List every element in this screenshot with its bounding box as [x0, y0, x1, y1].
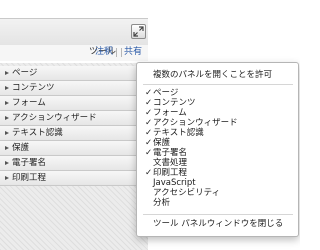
panel-row-content[interactable]: コンテンツ: [0, 81, 148, 96]
expand-triangle-icon: [5, 176, 9, 180]
menu-item-allow-multiple-panels[interactable]: 複数のパネルを開くことを許可: [153, 70, 272, 80]
menu-item-signatures[interactable]: ✓電子署名: [145, 148, 187, 158]
expand-triangle-icon: [5, 71, 9, 75]
menu-item-page[interactable]: ✓ページ: [145, 88, 178, 98]
app-window: ツール 注釈 共有 ページ コンテンツ フォーム アクションウィザード テキスト…: [0, 0, 300, 250]
toolbar-divider: [121, 48, 122, 57]
tool-panel-list: ページ コンテンツ フォーム アクションウィザード テキスト認識 保護 電子署名…: [0, 66, 148, 186]
expand-icon: [133, 26, 144, 37]
panel-row-text-recognition[interactable]: テキスト認識: [0, 126, 148, 141]
share-tab[interactable]: 共有: [124, 45, 142, 59]
panel-visibility-menu: 複数のパネルを開くことを許可 ✓ページ ✓コンテンツ ✓フォーム ✓アクションウ…: [136, 62, 299, 237]
panel-row-page[interactable]: ページ: [0, 66, 148, 81]
menu-item-javascript[interactable]: JavaScript: [145, 178, 196, 188]
expand-triangle-icon: [5, 86, 9, 90]
expand-triangle-icon: [5, 161, 9, 165]
expand-window-button[interactable]: [131, 24, 146, 39]
menu-item-accessibility[interactable]: アクセシビリティ: [145, 188, 220, 198]
expand-triangle-icon: [5, 101, 9, 105]
comment-tab[interactable]: 注釈: [95, 45, 113, 59]
menu-item-content[interactable]: ✓コンテンツ: [145, 98, 196, 108]
menu-item-protection[interactable]: ✓保護: [145, 138, 170, 148]
menu-separator: [143, 214, 293, 215]
panel-row-protection[interactable]: 保護: [0, 141, 148, 156]
expand-triangle-icon: [5, 131, 9, 135]
panel-row-print-production[interactable]: 印刷工程: [0, 171, 148, 186]
expand-triangle-icon: [5, 116, 9, 120]
menu-item-action-wizard[interactable]: ✓アクションウィザード: [145, 118, 238, 128]
menu-item-analyze[interactable]: 分析: [145, 198, 170, 208]
menu-item-document-processing[interactable]: 文書処理: [145, 158, 187, 168]
panel-row-action-wizard[interactable]: アクションウィザード: [0, 111, 148, 126]
menu-item-forms[interactable]: ✓フォーム: [145, 108, 187, 118]
panel-row-signatures[interactable]: 電子署名: [0, 156, 148, 171]
expand-triangle-icon: [5, 146, 9, 150]
menu-separator: [143, 84, 293, 85]
toolbar-divider: [116, 48, 117, 57]
panel-row-forms[interactable]: フォーム: [0, 96, 148, 111]
menu-item-print-production[interactable]: ✓印刷工程: [145, 168, 187, 178]
title-bar: [0, 18, 148, 46]
menu-item-close-tools-pane[interactable]: ツール パネルウィンドウを閉じる: [153, 219, 283, 229]
menu-item-text-recognition[interactable]: ✓テキスト認識: [145, 128, 204, 138]
